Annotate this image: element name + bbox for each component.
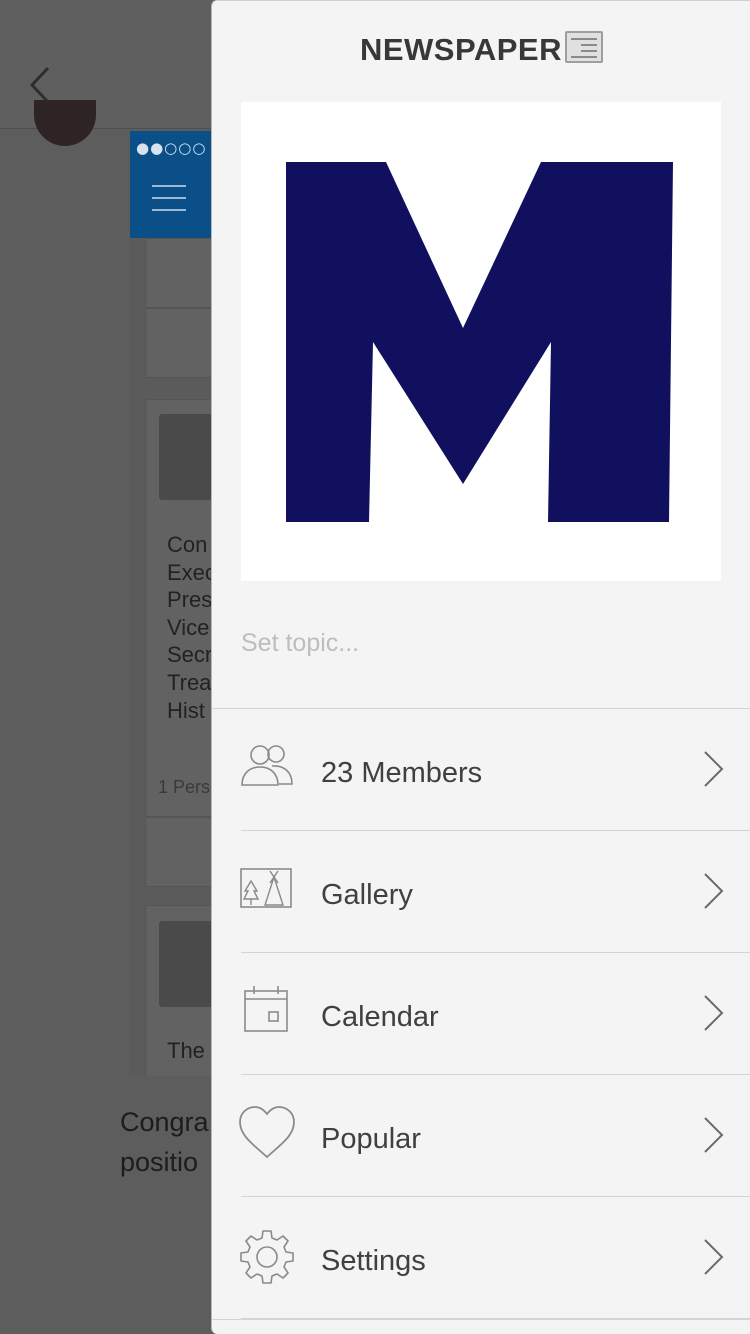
signal-indicator: ●●○○○ V — [136, 139, 220, 157]
group-image[interactable]: M — [241, 102, 721, 581]
group-info-drawer: NEWSPAPER M Set topic... 23 Members — [211, 0, 750, 1334]
newspaper-icon — [565, 31, 603, 63]
screenshot-card — [145, 308, 220, 378]
menu-label-calendar: Calendar — [321, 1001, 439, 1033]
screenshot-post-text: Con Exec Pres Vice Secr Trea Hist — [167, 532, 216, 723]
message-text: Congra positio — [120, 1107, 209, 1177]
screenshot-avatar — [159, 414, 219, 500]
chevron-right-icon — [704, 1117, 724, 1153]
screenshot-card — [145, 238, 220, 308]
chevron-right-icon — [704, 751, 724, 787]
next-menu-item-edge — [212, 1319, 750, 1334]
sender-avatar[interactable] — [34, 100, 96, 146]
group-title: NEWSPAPER — [212, 31, 750, 68]
screenshot-post-text: The — [167, 1038, 205, 1063]
gear-icon — [240, 1230, 294, 1284]
menu-label-gallery: Gallery — [321, 879, 413, 911]
chevron-right-icon — [704, 873, 724, 909]
heart-icon — [239, 1106, 295, 1159]
screenshot-reactions: 1 Pers — [158, 777, 211, 797]
calendar-icon — [244, 986, 288, 1032]
menu-item-gallery[interactable]: Gallery — [212, 831, 750, 953]
group-title-text: NEWSPAPER — [359, 32, 562, 67]
screenshot-card — [145, 817, 220, 887]
drawer-menu: 23 Members Gallery Calendar Popular Sett… — [212, 708, 750, 1319]
chevron-right-icon — [704, 995, 724, 1031]
menu-label-settings: Settings — [321, 1245, 426, 1277]
menu-label-popular: Popular — [321, 1123, 421, 1155]
menu-label-members: 23 Members — [321, 757, 483, 789]
menu-item-members[interactable]: 23 Members — [212, 709, 750, 831]
hamburger-icon — [152, 185, 186, 213]
menu-item-settings[interactable]: Settings — [212, 1197, 750, 1319]
screenshot-status-bar: ●●○○○ V — [130, 131, 220, 238]
menu-item-popular[interactable]: Popular — [212, 1075, 750, 1197]
shared-screenshot[interactable]: ●●○○○ V Con Exec Pres Vice Secr Trea His… — [130, 131, 220, 1076]
menu-item-calendar[interactable]: Calendar — [212, 953, 750, 1075]
chevron-right-icon — [704, 1239, 724, 1275]
screenshot-avatar — [159, 921, 219, 1007]
members-icon — [241, 745, 293, 786]
topic-field[interactable]: Set topic... — [241, 629, 359, 658]
gallery-icon — [240, 868, 292, 908]
